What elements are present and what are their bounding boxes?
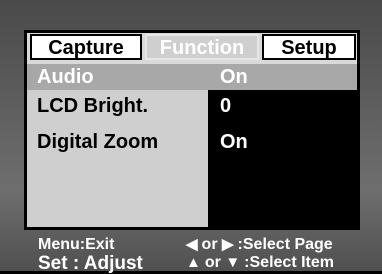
right-arrow-icon: ▶ bbox=[222, 236, 234, 253]
or-text: or bbox=[204, 254, 221, 271]
menu-item-value: On bbox=[220, 131, 248, 153]
select-page-hint: ◀ or ▶:Select Page bbox=[186, 236, 333, 253]
select-item-hint: ▲ or ▼:Select Item bbox=[186, 254, 334, 271]
button-help-footer: Menu:Exit Set : Adjust ◀ or ▶:Select Page… bbox=[0, 232, 382, 274]
menu-item-lcd-bright[interactable]: LCD Bright. 0 bbox=[27, 93, 357, 119]
left-arrow-icon: ◀ bbox=[186, 236, 198, 253]
set-adjust-hint: Set : Adjust bbox=[38, 253, 143, 274]
tab-function[interactable]: Function bbox=[145, 34, 259, 60]
menu-item-audio[interactable]: Audio On bbox=[27, 64, 357, 90]
select-page-text: :Select Page bbox=[237, 236, 333, 253]
menu-exit-hint: Menu:Exit bbox=[38, 236, 115, 253]
menu-item-label: LCD Bright. bbox=[37, 95, 149, 117]
menu-item-value: On bbox=[220, 66, 248, 88]
menu-screen: Capture Function Setup Audio On LCD Brig… bbox=[0, 0, 382, 274]
up-arrow-icon: ▲ bbox=[186, 254, 201, 271]
menu-item-label: Audio bbox=[37, 66, 94, 88]
down-arrow-icon: ▼ bbox=[225, 254, 241, 271]
menu-item-digital-zoom[interactable]: Digital Zoom On bbox=[27, 129, 357, 155]
tab-capture[interactable]: Capture bbox=[30, 34, 142, 60]
tab-setup[interactable]: Setup bbox=[262, 34, 356, 60]
or-text: or bbox=[201, 236, 218, 253]
menu-item-value: 0 bbox=[220, 95, 232, 117]
select-item-text: :Select Item bbox=[244, 254, 334, 271]
menu-item-label: Digital Zoom bbox=[37, 131, 159, 153]
